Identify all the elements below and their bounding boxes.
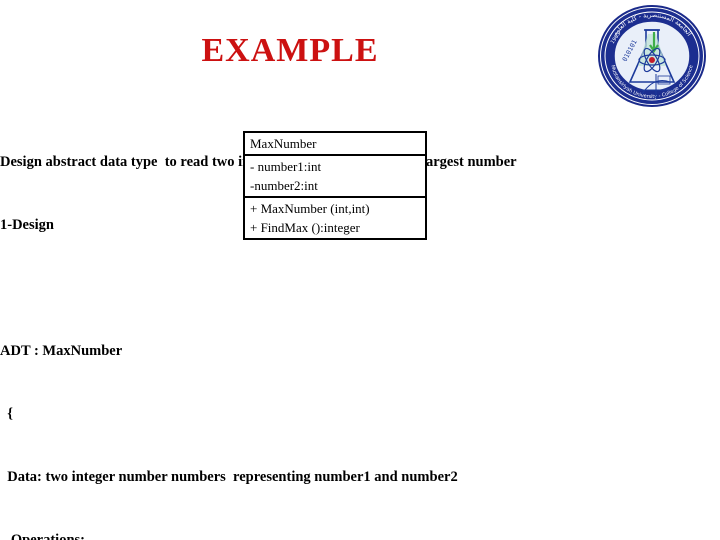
logo-emblem-icon: الجامعة المستنصرية - كلية العلوم Mustans…	[598, 5, 706, 107]
page-title: EXAMPLE	[201, 32, 379, 69]
uml-operation: + MaxNumber (int,int)	[250, 201, 370, 216]
uml-operations-compartment: + MaxNumber (int,int) + FindMax ():integ…	[245, 196, 425, 238]
uml-attribute: - number1:int	[250, 159, 322, 174]
university-logo: الجامعة المستنصرية - كلية العلوم Mustans…	[596, 4, 708, 108]
uml-attribute: -number2:int	[250, 178, 318, 193]
body-line: Operations:	[0, 532, 85, 540]
body-line: Data: two integer number numbers represe…	[0, 469, 458, 485]
body-line: ADT : MaxNumber	[0, 343, 123, 359]
uml-attributes-compartment: - number1:int -number2:int	[245, 154, 425, 196]
slide-canvas: EXAMPLE الجامعة المستنصرية - كلية العلوم…	[0, 0, 720, 540]
uml-operation: + FindMax ():integer	[250, 220, 360, 235]
uml-class-name: MaxNumber	[250, 136, 317, 151]
uml-class-name-compartment: MaxNumber	[245, 133, 425, 154]
uml-class-box: MaxNumber - number1:int -number2:int + M…	[243, 131, 427, 240]
body-line: {	[0, 406, 13, 422]
